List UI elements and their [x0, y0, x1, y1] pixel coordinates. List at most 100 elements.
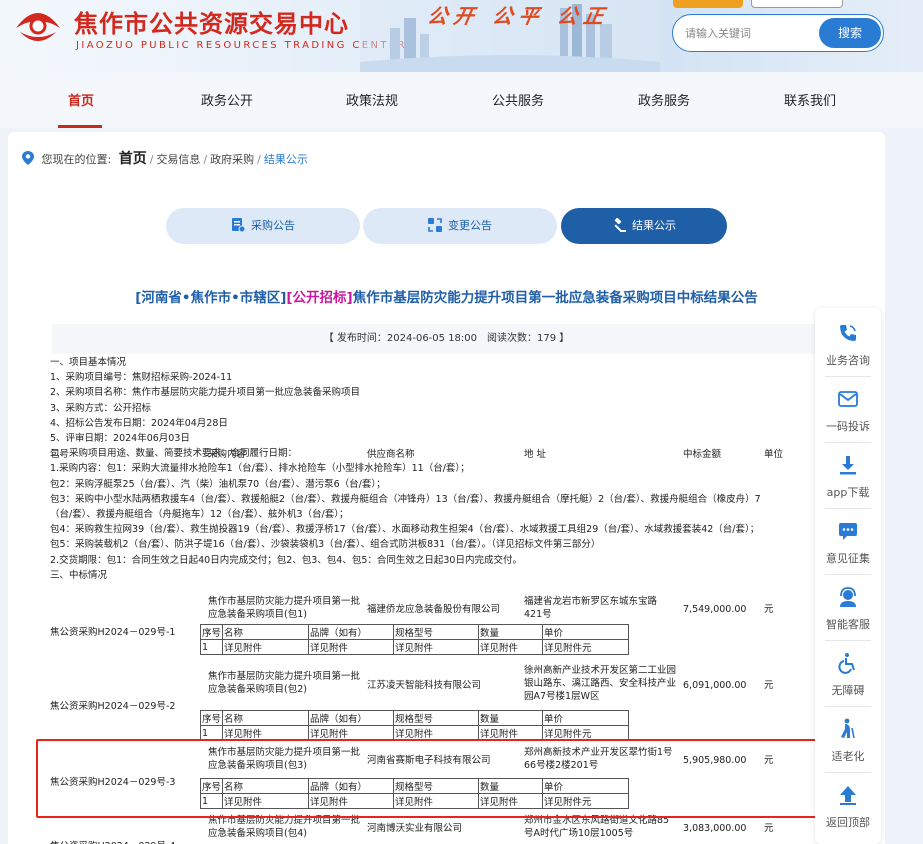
sub-header: 单价 — [542, 624, 630, 640]
body-line: 一、项目基本情况 — [50, 357, 127, 368]
change-icon — [428, 218, 442, 232]
sub-cell: 详见附件 — [308, 725, 395, 741]
body-line: 1、采购项目编号：焦财招标采购-2024-11 — [50, 372, 233, 384]
search-button[interactable]: 搜索 — [819, 18, 881, 48]
top-link-button[interactable] — [751, 0, 843, 8]
sub-header: 序号 — [199, 778, 224, 794]
logo-icon[interactable] — [10, 2, 66, 46]
phone-icon — [840, 325, 856, 341]
sub-cell: 详见附件 — [478, 725, 544, 741]
nav-item-policies[interactable]: 政策法规 — [346, 90, 398, 109]
sub-header: 单价 — [542, 710, 630, 726]
site-title[interactable]: 焦作市公共资源交易中心 — [74, 4, 349, 39]
package-amount: 6,091,000.00 — [683, 680, 747, 691]
search-box: 搜索 — [672, 14, 884, 52]
body-line: 包5：采购装载机2（台/套）、防洪子堤16（台/套）、沙袋装袋机3（台/套）、组… — [50, 539, 601, 551]
sub-header: 序号 — [199, 710, 224, 726]
notice-title-text: 焦作市基层防灾能力提升项目第一批应急装备采购项目中标结果公告 — [352, 290, 758, 306]
package-amount: 3,083,000.00 — [683, 823, 747, 834]
package-content: 焦作市基层防灾能力提升项目第一批应急装备采购项目(包4) — [208, 815, 361, 839]
nav-item-contact[interactable]: 联系我们 — [784, 90, 836, 109]
package-id: 焦公资采购H2024－029号-1 — [50, 627, 176, 638]
sidebar-item-consult[interactable]: 业务咨询 — [815, 314, 881, 378]
sub-cell: 详见附件 — [478, 793, 544, 809]
package-id: 焦公资采购H2024－029号-4 — [50, 838, 175, 844]
body-line: 5、评审日期：2024年06月03日 — [50, 433, 190, 445]
sidebar-item-accessibility[interactable]: 无障碍 — [815, 644, 881, 708]
tab-result-notice[interactable]: 结果公示 — [561, 208, 727, 244]
sub-header: 单价 — [542, 778, 630, 794]
body-line: 3、采购方式：公开招标 — [50, 402, 152, 414]
tab-label: 采购公告 — [251, 219, 295, 232]
nav-item-home[interactable]: 首页 — [68, 90, 94, 109]
col-header-content: 采购内容 — [208, 449, 247, 460]
package-amount: 5,905,980.00 — [683, 755, 747, 766]
floating-service-bar: 业务咨询 一码投诉 app下载 意见征集 智能客服 无障碍 适老化 返回顶部 — [815, 308, 881, 844]
nav-active-indicator — [58, 125, 102, 128]
package-content: 焦作市基层防灾能力提升项目第一批应急装备采购项目(包3) — [208, 747, 361, 771]
tab-purchase-notice[interactable]: 采购公告 — [166, 208, 360, 244]
sub-cell: 1 — [199, 639, 224, 655]
nav-item-government-services[interactable]: 政务服务 — [638, 90, 690, 109]
slogan-text: 公开 公平 公正 — [425, 4, 612, 28]
package-address: 郑州市金水区东风路街道文化路85号A时代广场10层1005号 — [524, 815, 670, 839]
package-amount: 7,549,000.00 — [683, 604, 747, 615]
sub-cell: 1 — [199, 793, 224, 809]
sub-cell: 详见附件 — [308, 793, 395, 809]
sidebar-item-back-to-top[interactable]: 返回顶部 — [815, 776, 881, 840]
sidebar-item-feedback[interactable]: 意见征集 — [815, 512, 881, 576]
arrow-up-icon — [840, 786, 856, 805]
sub-header: 品牌（如有） — [308, 624, 395, 640]
wheelchair-icon — [838, 653, 855, 674]
search-input[interactable] — [685, 24, 815, 42]
sidebar-item-app-download[interactable]: app下载 — [815, 446, 881, 510]
sub-header: 序号 — [199, 624, 224, 640]
download-icon — [840, 456, 856, 475]
document-icon — [232, 218, 245, 232]
tab-change-notice[interactable]: 变更公告 — [363, 208, 557, 244]
package-address: 徐州高新产业技术开发区第二工业园银山路东、漓江路西、安全科技产业园A7号楼1层W… — [524, 665, 677, 702]
package-unit: 元 — [764, 823, 774, 834]
main-nav: 首页 政务公开 政策法规 公共服务 政务服务 联系我们 — [0, 72, 923, 128]
package-supplier: 江苏凌天智能科技有限公司 — [367, 680, 482, 691]
breadcrumb-trade-info[interactable]: 交易信息 — [156, 153, 200, 166]
col-header-unit: 单位 — [764, 449, 784, 460]
package-id: 焦公资采购H2024－029号-3 — [50, 777, 176, 788]
sub-header: 名称 — [222, 710, 310, 726]
nav-item-government-affairs[interactable]: 政务公开 — [201, 90, 253, 109]
package-items-table: 序号 名称 品牌（如有） 规格型号 数量 单价 1 详见附件 详见附件 详见附件 详见附件 详见附件… — [199, 710, 630, 741]
sub-cell: 详见附件元 — [542, 793, 630, 809]
nav-item-public-services[interactable]: 公共服务 — [492, 90, 544, 109]
breadcrumb-government-procurement[interactable]: 政府采购 — [210, 153, 254, 166]
sidebar-label: 智能客服 — [826, 618, 870, 631]
top-link-button[interactable] — [673, 0, 743, 8]
sub-header: 规格型号 — [393, 710, 480, 726]
package-unit: 元 — [764, 604, 774, 615]
body-line: 二、采购项目用途、数量、简要技术要求、合同履行日期： — [50, 448, 298, 460]
breadcrumb-home[interactable]: 首页 — [119, 151, 147, 167]
sidebar-label: 一码投诉 — [826, 420, 870, 433]
body-line: 三、中标情况 — [50, 569, 108, 581]
sub-header: 规格型号 — [393, 624, 480, 640]
package-id: 焦公资采购H2024－029号-2 — [50, 701, 176, 712]
notice-title: [河南省•焦作市•市辖区][公开招标]焦作市基层防灾能力提升项目第一批应急装备采… — [8, 286, 885, 306]
location-pin-icon — [22, 151, 34, 165]
tab-label: 结果公示 — [632, 219, 676, 232]
notice-body: 一、项目基本情况 1、采购项目编号：焦财招标采购-2024-11 2、采购项目名… — [50, 355, 850, 583]
body-line: （台/套）、救援舟艇组合（舟艇拖车）12（台/套）、舷外机3（台/套）； — [50, 509, 349, 521]
package-supplier: 河南省赛斯电子科技有限公司 — [367, 755, 491, 766]
sub-cell: 详见附件元 — [542, 725, 630, 741]
sidebar-item-smart-service[interactable]: 智能客服 — [815, 578, 881, 642]
package-supplier: 福建侨龙应急装备股份有限公司 — [367, 604, 501, 615]
package-supplier: 河南博沃实业有限公司 — [367, 823, 463, 834]
col-header-amount: 中标金额 — [683, 449, 722, 460]
sidebar-item-elderly-mode[interactable]: 适老化 — [815, 710, 881, 774]
package-unit: 元 — [764, 680, 774, 691]
sidebar-item-complaint[interactable]: 一码投诉 — [815, 380, 881, 444]
breadcrumb-current[interactable]: 结果公示 — [264, 153, 308, 166]
body-line: 1.采购内容：包1：采购大流量排水抢险车1（台/套）、排水抢险车（小型排水抢险车… — [50, 463, 470, 475]
gavel-icon — [614, 218, 626, 232]
notice-region: [河南省•焦作市•市辖区] — [135, 290, 287, 306]
package-content: 焦作市基层防灾能力提升项目第一批应急装备采购项目(包2) — [208, 671, 361, 695]
sub-cell: 详见附件 — [308, 639, 395, 655]
